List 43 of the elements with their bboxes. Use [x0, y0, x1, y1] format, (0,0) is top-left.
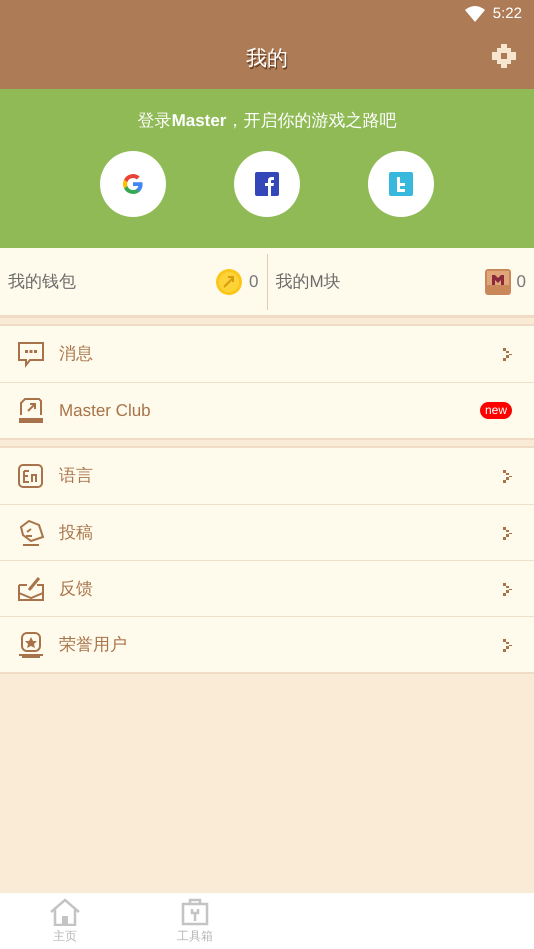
facebook-icon	[255, 172, 279, 196]
wallet-label: 我的M块	[276, 270, 342, 293]
login-prompt: 登录Master，开启你的游戏之路吧	[138, 110, 396, 132]
wallet-label: 我的钱包	[8, 270, 77, 293]
pickaxe-coin-icon	[215, 268, 244, 296]
home-icon	[49, 898, 81, 926]
settings-button[interactable]	[490, 42, 518, 70]
status-time: 5:22	[492, 4, 522, 24]
twitter-icon	[389, 172, 413, 196]
paper-quill-icon	[17, 518, 45, 546]
menu-label: Master Club	[59, 400, 152, 422]
chevron-right-icon	[502, 526, 512, 540]
chevron-right-icon	[502, 582, 512, 596]
google-icon	[121, 172, 145, 196]
wifi-icon	[464, 6, 485, 22]
chevron-right-icon	[502, 469, 512, 483]
menu-item[interactable]: 投稿	[0, 504, 534, 560]
page-title: 我的	[246, 46, 288, 72]
menu-label: 语言	[59, 465, 94, 488]
menu-item[interactable]: Master Club new	[0, 382, 534, 438]
mail-pen-icon	[17, 574, 45, 602]
wallet-amount: 0	[516, 270, 526, 293]
medal-star-icon	[17, 630, 45, 658]
club-badge-icon	[17, 396, 45, 424]
chevron-right-icon	[502, 347, 512, 361]
nav-tab[interactable]: 主页	[0, 898, 130, 944]
toolbox-icon	[181, 898, 209, 926]
chevron-right-icon	[502, 638, 512, 652]
menu-label: 荣誉用户	[59, 634, 128, 656]
menu-label: 反馈	[59, 578, 94, 600]
menu-item[interactable]: 反馈	[0, 560, 534, 616]
new-badge: new	[480, 402, 512, 419]
menu-item[interactable]: 语言	[0, 448, 534, 504]
nav-tab[interactable]: 工具箱	[130, 898, 260, 944]
menu-label: 消息	[59, 343, 94, 366]
m-block-icon	[484, 268, 511, 294]
settings-icon	[491, 43, 517, 69]
wallet-amount: 0	[249, 270, 258, 293]
menu-label: 投稿	[59, 522, 94, 544]
language-icon	[17, 462, 45, 490]
menu-item[interactable]: 荣誉用户	[0, 616, 534, 672]
chat-bubble-icon	[17, 340, 45, 368]
menu-item[interactable]: 消息	[0, 326, 534, 382]
